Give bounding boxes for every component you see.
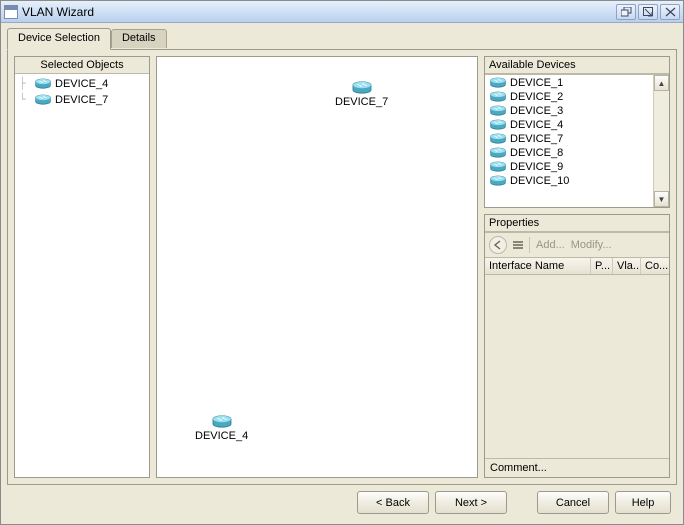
back-icon-button[interactable] (489, 236, 507, 254)
topology-canvas[interactable]: DEVICE_7 DEVICE_4 (156, 56, 478, 478)
list-item[interactable]: DEVICE_7 (485, 132, 653, 146)
devices-scrollbar[interactable]: ▲ ▼ (653, 75, 669, 207)
list-item[interactable]: DEVICE_9 (485, 160, 653, 174)
device-icon (34, 94, 52, 106)
tree-item[interactable]: ├ DEVICE_4 (17, 76, 147, 92)
menu-icon (513, 241, 523, 249)
properties-panel: Properties Add... Modify... (484, 214, 670, 478)
selected-objects-tree[interactable]: ├ DEVICE_4 └ DEVICE_7 (15, 74, 149, 477)
right-column: Available Devices DEVICE_1 DEVICE_2 DEVI… (484, 56, 670, 478)
available-devices-panel: Available Devices DEVICE_1 DEVICE_2 DEVI… (484, 56, 670, 208)
selected-objects-panel: Selected Objects ├ DEVICE_4 └ DEVICE_7 (14, 56, 150, 478)
restore-down-button[interactable] (616, 4, 636, 20)
list-item[interactable]: DEVICE_3 (485, 104, 653, 118)
comment-field[interactable]: Comment... (485, 458, 669, 477)
list-item-label: DEVICE_2 (510, 91, 563, 103)
help-button[interactable]: Help (615, 491, 671, 514)
list-item[interactable]: DEVICE_1 (485, 76, 653, 90)
tab-details[interactable]: Details (111, 29, 167, 48)
list-item[interactable]: DEVICE_10 (485, 174, 653, 188)
list-item-label: DEVICE_1 (510, 77, 563, 89)
list-item-label: DEVICE_3 (510, 105, 563, 117)
window: VLAN Wizard Dev (0, 0, 684, 525)
main-panel: Selected Objects ├ DEVICE_4 └ DEVICE_7 (7, 49, 677, 485)
available-devices-header: Available Devices (485, 57, 669, 74)
list-item-label: DEVICE_9 (510, 161, 563, 173)
device-icon (489, 119, 507, 131)
device-icon (489, 175, 507, 187)
add-link: Add... (536, 239, 565, 251)
arrow-left-icon (493, 240, 503, 250)
tree-item-label: DEVICE_4 (55, 78, 108, 90)
canvas-node[interactable]: DEVICE_7 (335, 81, 388, 108)
available-devices-list[interactable]: DEVICE_1 DEVICE_2 DEVICE_3 DEVICE_4 DEVI… (485, 75, 653, 207)
wizard-button-bar: < Back Next > Cancel Help (7, 485, 677, 518)
content: Device Selection Details Selected Object… (1, 23, 683, 524)
restore-down-icon (621, 7, 632, 17)
list-item[interactable]: DEVICE_4 (485, 118, 653, 132)
scroll-track[interactable] (654, 91, 669, 191)
tree-item-label: DEVICE_7 (55, 94, 108, 106)
tree-item[interactable]: └ DEVICE_7 (17, 92, 147, 108)
device-icon (489, 161, 507, 173)
list-item-label: DEVICE_4 (510, 119, 563, 131)
tab-strip: Device Selection Details (7, 27, 677, 49)
list-item-label: DEVICE_8 (510, 147, 563, 159)
device-icon (489, 77, 507, 89)
cancel-button[interactable]: Cancel (537, 491, 609, 514)
device-icon (211, 415, 233, 429)
col-p[interactable]: P... (591, 258, 613, 274)
window-title: VLAN Wizard (22, 5, 616, 19)
selected-objects-header: Selected Objects (15, 57, 149, 74)
properties-header: Properties (485, 215, 669, 232)
col-interface-name[interactable]: Interface Name (485, 258, 591, 274)
canvas-node-label: DEVICE_7 (335, 96, 388, 108)
scroll-up-button[interactable]: ▲ (654, 75, 669, 91)
list-item-label: DEVICE_10 (510, 175, 569, 187)
toolbar-divider (529, 237, 530, 253)
maximize-button[interactable] (638, 4, 658, 20)
device-icon (351, 81, 373, 95)
list-item-label: DEVICE_7 (510, 133, 563, 145)
close-button[interactable] (660, 4, 680, 20)
maximize-icon (643, 7, 654, 17)
properties-toolbar: Add... Modify... (485, 232, 669, 258)
properties-table-header: Interface Name P... Vla... Co... (485, 258, 669, 275)
device-icon (489, 147, 507, 159)
titlebar[interactable]: VLAN Wizard (1, 1, 683, 23)
canvas-node-label: DEVICE_4 (195, 430, 248, 442)
close-icon (665, 7, 676, 17)
next-button[interactable]: Next > (435, 491, 507, 514)
col-co[interactable]: Co... (641, 258, 669, 274)
col-vla[interactable]: Vla... (613, 258, 641, 274)
device-icon (489, 105, 507, 117)
device-icon (34, 78, 52, 90)
back-button[interactable]: < Back (357, 491, 429, 514)
scroll-down-button[interactable]: ▼ (654, 191, 669, 207)
tab-device-selection[interactable]: Device Selection (7, 28, 111, 50)
modify-link: Modify... (571, 239, 612, 251)
device-icon (489, 91, 507, 103)
device-icon (489, 133, 507, 145)
list-item[interactable]: DEVICE_2 (485, 90, 653, 104)
list-item[interactable]: DEVICE_8 (485, 146, 653, 160)
app-icon (4, 5, 18, 19)
properties-table-body[interactable] (485, 275, 669, 458)
canvas-node[interactable]: DEVICE_4 (195, 415, 248, 442)
